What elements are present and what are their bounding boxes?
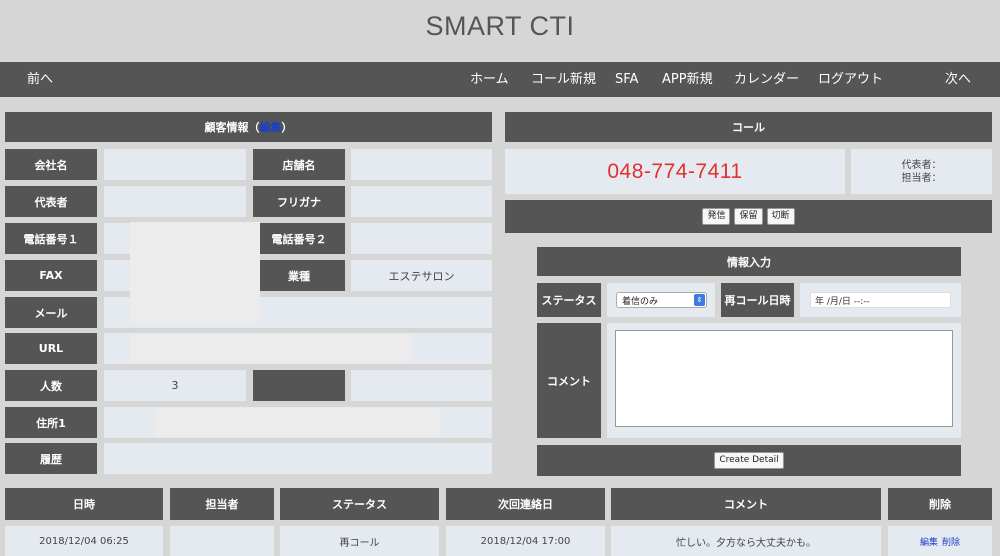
table-cell-status: 再コール xyxy=(280,526,439,556)
redaction-block xyxy=(130,222,260,322)
nav-bar: 前へ ホーム コール新規 SFA APP新規 カレンダー ログアウト 次へ xyxy=(0,62,1000,97)
headcount-field[interactable]: 3 xyxy=(104,370,246,401)
call-section-header: コール xyxy=(505,112,992,142)
history-field[interactable] xyxy=(104,443,492,474)
status-select[interactable]: 着信のみ ⇕ xyxy=(616,292,707,308)
app-title: SMART CTI xyxy=(425,10,575,41)
phone2-label: 電話番号２ xyxy=(253,223,345,254)
row-edit-link[interactable]: 編集 xyxy=(920,535,938,548)
nav-app-new-link[interactable]: APP新規 xyxy=(662,62,713,97)
industry-label: 業種 xyxy=(253,260,345,291)
representative-caption: 代表者： xyxy=(901,159,942,171)
nav-logout-link[interactable]: ログアウト xyxy=(818,62,883,97)
table-header-staff: 担当者 xyxy=(170,488,274,520)
call-controls: 発信 保留 切断 xyxy=(505,200,992,233)
select-arrows-icon: ⇕ xyxy=(694,294,705,306)
table-cell-staff xyxy=(170,526,274,556)
redaction-block xyxy=(130,335,412,363)
table-header-next-contact: 次回連絡日 xyxy=(446,488,605,520)
furigana-field[interactable] xyxy=(351,186,492,217)
email-label: メール xyxy=(5,297,97,328)
hold-button[interactable]: 保留 xyxy=(734,208,763,225)
recall-datetime-label: 再コール日時 xyxy=(721,283,794,317)
table-header-status: ステータス xyxy=(280,488,439,520)
nav-home-link[interactable]: ホーム xyxy=(470,62,509,97)
address1-label: 住所1 xyxy=(5,407,97,438)
history-label: 履歴 xyxy=(5,443,97,474)
create-detail-bar: Create Detail xyxy=(537,445,961,476)
row-delete-link[interactable]: 削除 xyxy=(942,535,960,548)
hangup-button[interactable]: 切断 xyxy=(766,208,795,225)
comment-textarea[interactable] xyxy=(615,330,953,427)
company-name-label: 会社名 xyxy=(5,149,97,180)
status-select-value: 着信のみ xyxy=(622,296,659,307)
blank-field[interactable] xyxy=(351,370,492,401)
create-detail-button[interactable]: Create Detail xyxy=(714,452,784,469)
redaction-block xyxy=(155,408,440,437)
url-label: URL xyxy=(5,333,97,364)
recall-datetime-input[interactable]: 年 /月/日 --:-- xyxy=(810,292,951,308)
dial-button[interactable]: 発信 xyxy=(702,208,731,225)
nav-sfa-link[interactable]: SFA xyxy=(615,62,638,97)
representative-label: 代表者 xyxy=(5,186,97,217)
nav-prev-link[interactable]: 前へ xyxy=(27,62,53,97)
table-cell-datetime: 2018/12/04 06:25 xyxy=(5,526,163,556)
nav-calendar-link[interactable]: カレンダー xyxy=(734,62,799,97)
headcount-label: 人数 xyxy=(5,370,97,401)
company-name-field[interactable] xyxy=(104,149,246,180)
table-header-datetime: 日時 xyxy=(5,488,163,520)
furigana-label: フリガナ xyxy=(253,186,345,217)
comment-label: コメント xyxy=(537,323,601,438)
table-header-delete: 削除 xyxy=(888,488,992,520)
customer-edit-link[interactable]: 編集 xyxy=(260,119,282,135)
info-input-header: 情報入力 xyxy=(537,247,961,276)
table-cell-next-contact: 2018/12/04 17:00 xyxy=(446,526,605,556)
person-in-charge-caption: 担当者： xyxy=(901,172,942,184)
nav-new-call-link[interactable]: コール新規 xyxy=(531,62,596,97)
blank-label xyxy=(253,370,345,401)
customer-info-title-end: ） xyxy=(281,121,293,134)
store-name-field[interactable] xyxy=(351,149,492,180)
nav-next-link[interactable]: 次へ xyxy=(945,62,971,97)
phone1-label: 電話番号１ xyxy=(5,223,97,254)
status-label: ステータス xyxy=(537,283,601,317)
table-cell-comment: 忙しい。夕方なら大丈夫かも。 xyxy=(611,526,881,556)
industry-field[interactable]: エステサロン xyxy=(351,260,492,291)
call-contact-info: 代表者： 担当者： xyxy=(851,149,992,194)
customer-info-title: 顧客情報（ xyxy=(204,121,260,134)
customer-info-header: 顧客情報（ 編集 ） xyxy=(5,112,492,142)
table-header-comment: コメント xyxy=(611,488,881,520)
table-cell-actions: 編集 削除 xyxy=(888,526,992,556)
store-name-label: 店舗名 xyxy=(253,149,345,180)
phone-number-display: 048-774-7411 xyxy=(505,149,845,194)
fax-label: FAX xyxy=(5,260,97,291)
representative-field[interactable] xyxy=(104,186,246,217)
phone2-field[interactable] xyxy=(351,223,492,254)
